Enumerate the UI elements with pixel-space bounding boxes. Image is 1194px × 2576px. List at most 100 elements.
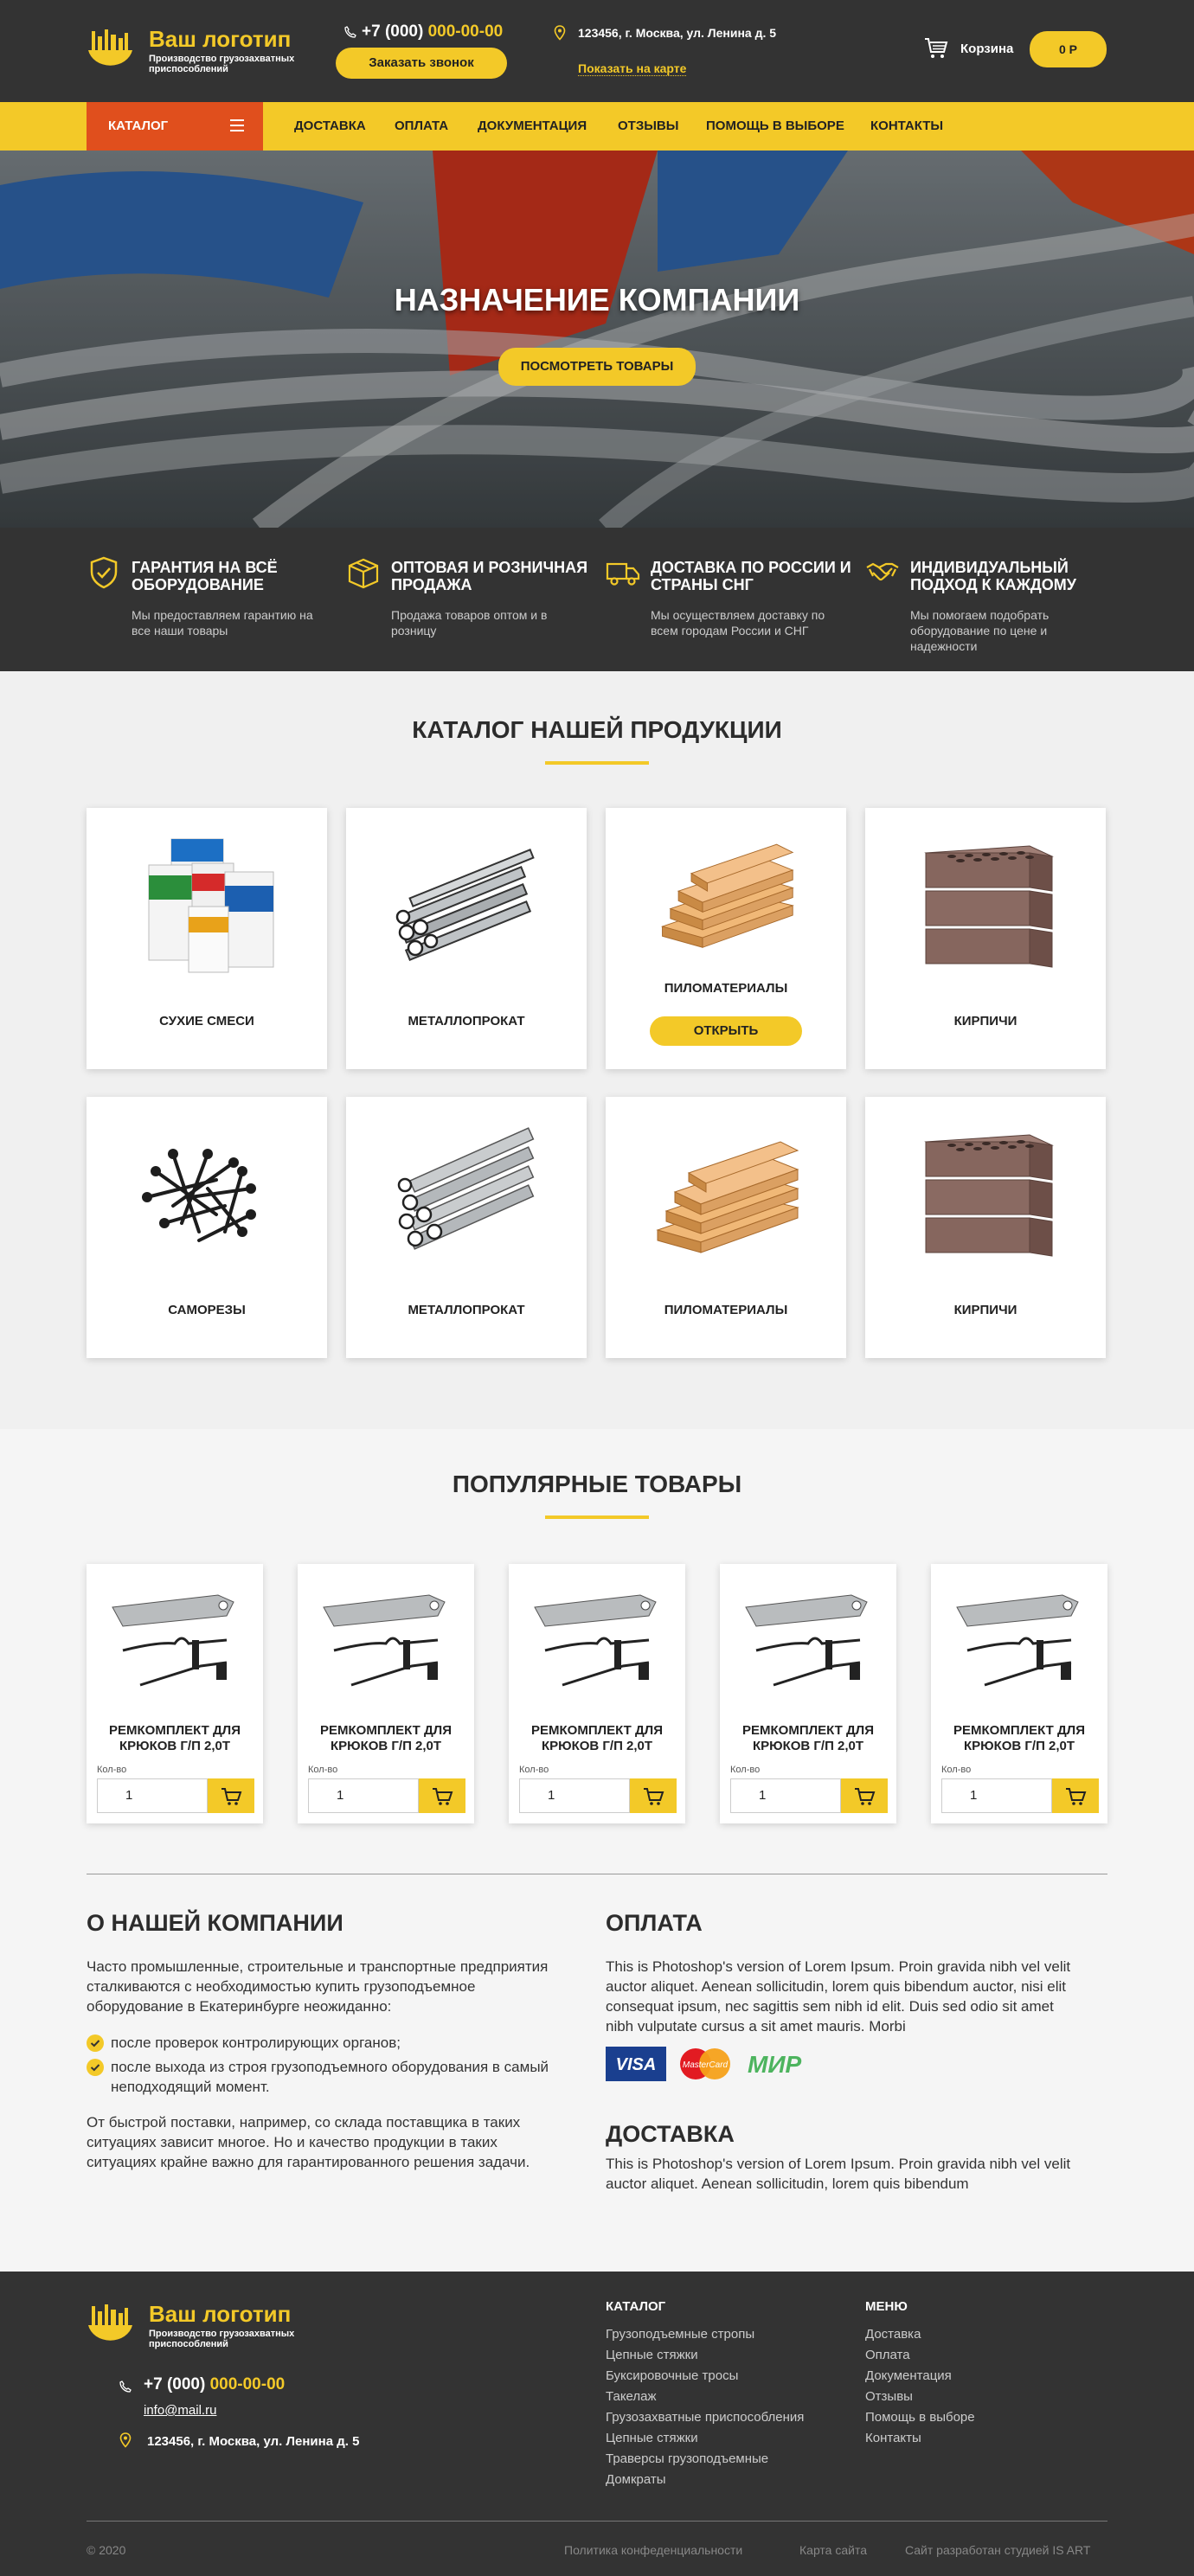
footer-catalog-link[interactable]: Буксировочные тросы	[606, 2368, 738, 2383]
catalog-card-metal-2[interactable]: МЕТАЛЛОПРОКАТ	[346, 1097, 587, 1358]
feature-title: ГАРАНТИЯ НА ВСЁ ОБОРУДОВАНИЕ	[132, 559, 278, 593]
catalog-title: КАТАЛОГ НАШЕЙ ПРОДУКЦИИ	[412, 716, 782, 743]
cart-icon[interactable]	[924, 37, 948, 60]
footer-menu-link[interactable]: Доставка	[865, 2327, 921, 2342]
catalog-card-lumber-2[interactable]: ПИЛОМАТЕРИАЛЫ	[606, 1097, 846, 1358]
about-bullet: после проверок контролирующих органов;	[87, 2033, 571, 2053]
card-label: МЕТАЛЛОПРОКАТ	[408, 1303, 525, 1317]
footer-email-link[interactable]: info@mail.ru	[144, 2403, 216, 2418]
nav-item-contacts[interactable]: КОНТАКТЫ	[870, 102, 943, 151]
footer-menu-link[interactable]: Помощь в выборе	[865, 2410, 975, 2425]
delivery-text: This is Photoshop's version of Lorem Ips…	[606, 2156, 1071, 2192]
footer-catalog-link[interactable]: Грузоподъемные стропы	[606, 2327, 754, 2342]
repair-kit-image	[534, 1594, 657, 1687]
nav-item-reviews[interactable]: ОТЗЫВЫ	[618, 102, 678, 151]
footer-catalog-link[interactable]: Цепные стяжки	[606, 2431, 698, 2445]
feature-title: ОПТОВАЯ И РОЗНИЧНАЯ ПРОДАЖА	[391, 559, 588, 593]
cart-icon	[1066, 1788, 1087, 1805]
main-nav: КАТАЛОГ ДОСТАВКА ОПЛАТА ДОКУМЕНТАЦИЯ ОТЗ…	[0, 102, 1194, 151]
footer-menu-link[interactable]: Документация	[865, 2368, 952, 2383]
location-pin-icon	[119, 2432, 132, 2448]
catalog-card-bricks-2[interactable]: КИРПИЧИ	[865, 1097, 1106, 1358]
catalog-card-dry-mixes[interactable]: СУХИЕ СМЕСИ	[87, 808, 327, 1069]
feature-text: Мы помогаем подобрать оборудование по це…	[910, 608, 1050, 653]
header: Ваш логотип Производство грузозахватных …	[0, 0, 1194, 102]
catalog-card-lumber[interactable]: ПИЛОМАТЕРИАЛЫ ОТКРЫТЬ	[606, 808, 846, 1069]
nav-item-payment[interactable]: ОПЛАТА	[395, 102, 448, 151]
about-bullet-text: после выхода из строя грузоподъемного об…	[111, 2059, 549, 2095]
cart-total-button[interactable]: 0 Р	[1030, 31, 1107, 67]
cart-icon	[221, 1788, 242, 1805]
add-to-cart-button[interactable]	[841, 1778, 888, 1813]
footer-menu-link[interactable]: Оплата	[865, 2348, 910, 2362]
footer-catalog-link[interactable]: Домкраты	[606, 2472, 666, 2487]
footer-catalog-link[interactable]: Цепные стяжки	[606, 2348, 698, 2362]
quantity-label: Кол-во	[941, 1765, 972, 1775]
nav-item-delivery[interactable]: ДОСТАВКА	[294, 102, 366, 151]
phone-icon	[344, 26, 356, 38]
repair-kit-image	[956, 1594, 1079, 1687]
quantity-input[interactable]: 1	[97, 1778, 208, 1813]
catalog-card-screws[interactable]: САМОРЕЗЫ	[87, 1097, 327, 1358]
footer-menu-link[interactable]: Отзывы	[865, 2389, 913, 2404]
view-products-button[interactable]: ПОСМОТРЕТЬ ТОВАРЫ	[498, 348, 696, 386]
product-card[interactable]: РЕМКОМПЛЕКТ ДЛЯ КРЮКОВ Г/П 2,0Т Кол-во 1	[298, 1564, 474, 1823]
add-to-cart-button[interactable]	[419, 1778, 465, 1813]
open-category-button[interactable]: ОТКРЫТЬ	[650, 1016, 802, 1046]
quantity-input[interactable]: 1	[308, 1778, 419, 1813]
footer-menu-link[interactable]: Контакты	[865, 2431, 921, 2445]
footer-phone[interactable]: +7 (000) 000-00-00	[144, 2375, 285, 2394]
developer-credit-link[interactable]: Сайт разработан студией IS ART	[905, 2543, 1090, 2557]
nav-item-documentation[interactable]: ДОКУМЕНТАЦИЯ	[478, 102, 587, 151]
repair-kit-image	[323, 1594, 446, 1687]
feature-title: ИНДИВИДУАЛЬНЫЙ ПОДХОД К КАЖДОМУ	[910, 559, 1076, 593]
product-card[interactable]: РЕМКОМПЛЕКТ ДЛЯ КРЮКОВ Г/П 2,0Т Кол-во 1	[720, 1564, 896, 1823]
footer-catalog-link[interactable]: Грузозахватные приспособления	[606, 2410, 804, 2425]
nav-item-help[interactable]: ПОМОЩЬ В ВЫБОРЕ	[706, 102, 844, 151]
copyright: © 2020	[87, 2543, 126, 2557]
callback-button[interactable]: Заказать звонок	[336, 48, 507, 79]
product-card[interactable]: РЕМКОМПЛЕКТ ДЛЯ КРЮКОВ Г/П 2,0Т Кол-во 1	[931, 1564, 1107, 1823]
footer-logo[interactable]: Ваш логотип Производство грузозахватных …	[87, 2301, 329, 2349]
footer-catalog-heading: КАТАЛОГ	[606, 2299, 666, 2314]
cart-icon	[433, 1788, 453, 1805]
page: Ваш логотип Производство грузозахватных …	[0, 0, 1194, 2576]
catalog-card-bricks[interactable]: КИРПИЧИ	[865, 808, 1106, 1069]
mir-logo-text: МИР	[748, 2051, 801, 2078]
add-to-cart-button[interactable]	[208, 1778, 254, 1813]
card-label: ПИЛОМАТЕРИАЛЫ	[664, 981, 788, 996]
repair-kit-image	[745, 1594, 868, 1687]
header-address: 123456, г. Москва, ул. Ленина д. 5	[578, 26, 777, 40]
quantity-input[interactable]: 1	[730, 1778, 841, 1813]
product-card[interactable]: РЕМКОМПЛЕКТ ДЛЯ КРЮКОВ Г/П 2,0Т Кол-во 1	[87, 1564, 263, 1823]
logo-subtitle: Производство грузозахватных приспособлен…	[149, 54, 295, 74]
phone-prefix: +7 (000)	[362, 22, 428, 41]
show-map-link[interactable]: Показать на карте	[578, 61, 687, 76]
sitemap-link[interactable]: Карта сайта	[799, 2543, 867, 2557]
hero-banner: НАЗНАЧЕНИЕ КОМПАНИИ ПОСМОТРЕТЬ ТОВАРЫ	[0, 151, 1194, 528]
screws-image	[142, 1149, 256, 1242]
logo-title: Ваш логотип	[149, 2301, 292, 2327]
feature-delivery: ДОСТАВКА ПО РОССИИ И СТРАНЫ СНГ Мы осуще…	[606, 555, 851, 650]
quantity-input[interactable]: 1	[941, 1778, 1052, 1813]
feature-text: Продажа товаров оптом и в розницу	[391, 608, 548, 638]
footer: Ваш логотип Производство грузозахватных …	[0, 2272, 1194, 2576]
catalog-menu-button[interactable]: КАТАЛОГ	[87, 102, 263, 151]
footer-catalog-link[interactable]: Траверсы грузоподъемные	[606, 2451, 768, 2466]
privacy-policy-link[interactable]: Политика конфеденциальности	[564, 2543, 742, 2557]
add-to-cart-button[interactable]	[1052, 1778, 1099, 1813]
logo[interactable]: Ваш логотип Производство грузозахватных …	[87, 26, 329, 74]
logo-title: Ваш логотип	[149, 26, 292, 52]
catalog-card-metal[interactable]: МЕТАЛЛОПРОКАТ	[346, 808, 587, 1069]
quantity-input[interactable]: 1	[519, 1778, 630, 1813]
cart-label[interactable]: Корзина	[960, 42, 1013, 56]
header-phone[interactable]: +7 (000) 000-00-00	[344, 22, 503, 42]
footer-catalog-link[interactable]: Такелаж	[606, 2389, 657, 2404]
card-label: МЕТАЛЛОПРОКАТ	[408, 1014, 525, 1028]
about-intro: Часто промышленные, строительные и транс…	[87, 1958, 549, 2015]
add-to-cart-button[interactable]	[630, 1778, 677, 1813]
card-label: САМОРЕЗЫ	[168, 1303, 246, 1317]
product-card[interactable]: РЕМКОМПЛЕКТ ДЛЯ КРЮКОВ Г/П 2,0Т Кол-во 1	[509, 1564, 685, 1823]
title-underline	[545, 1515, 649, 1519]
about-title: О НАШЕЙ КОМПАНИИ	[87, 1910, 343, 1936]
